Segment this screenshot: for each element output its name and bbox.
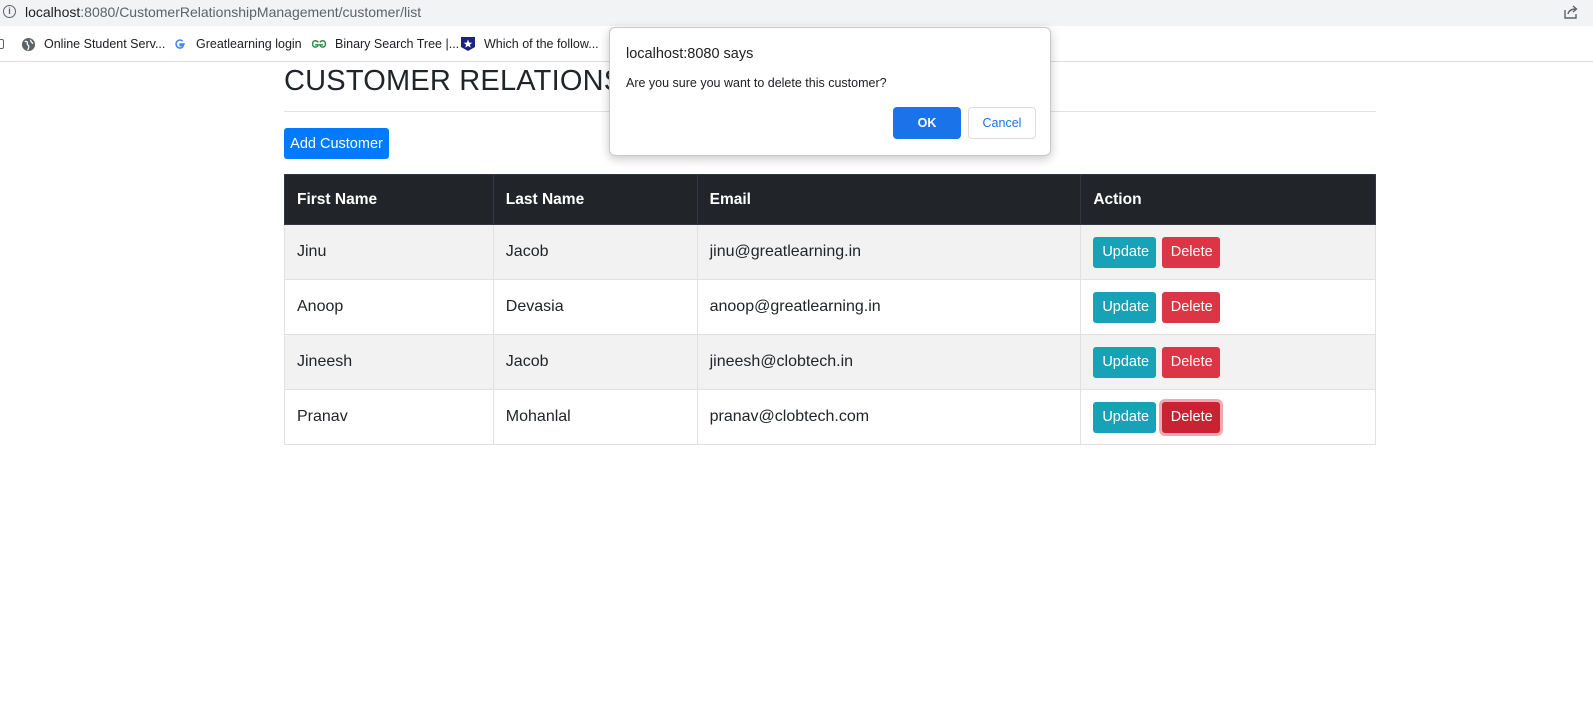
bookmark-binary-search-tree[interactable]: Binary Search Tree |...: [311, 35, 459, 53]
first-name-cell: Jineesh: [284, 334, 494, 390]
bookmark-greatlearning[interactable]: Greatlearning login: [172, 35, 302, 53]
share-icon[interactable]: [1563, 4, 1579, 20]
update-button[interactable]: Update: [1093, 346, 1157, 378]
table-row: Jinu Jacob jinu@greatlearning.in Update …: [284, 224, 1376, 280]
globe-icon: [20, 36, 36, 52]
bookmark-label: Binary Search Tree |...: [335, 37, 460, 51]
delete-button[interactable]: Delete: [1161, 236, 1220, 268]
header-last-name: Last Name: [492, 174, 698, 225]
first-name-cell: Anoop: [284, 279, 494, 335]
last-name-cell: Jacob: [492, 334, 698, 390]
bookmark-label: Greatlearning login: [196, 37, 302, 51]
page-title: CUSTOMER RELATIONSHI: [284, 65, 653, 97]
last-name-cell: Jacob: [492, 224, 698, 280]
bookmark-label: Online Student Serv...: [44, 37, 166, 51]
table-row: Anoop Devasia anoop@greatlearning.in Upd…: [284, 279, 1376, 335]
url-text[interactable]: localhost:8080/CustomerRelationshipManag…: [25, 4, 421, 20]
first-name-cell: Jinu: [284, 224, 494, 280]
action-cell: Update Delete: [1080, 224, 1376, 280]
delete-button[interactable]: Delete: [1161, 346, 1220, 378]
table-header-row: First Name Last Name Email Action: [284, 174, 1376, 225]
email-cell: anoop@greatlearning.in: [696, 279, 1082, 335]
address-bar[interactable]: i localhost:8080/CustomerRelationshipMan…: [0, 0, 1593, 26]
google-icon: [172, 36, 188, 52]
table-row: Pranav Mohanlal pranav@clobtech.com Upda…: [284, 389, 1376, 445]
bookmark-partial-icon[interactable]: [0, 39, 4, 49]
confirm-dialog: localhost:8080 says Are you sure you wan…: [609, 27, 1051, 156]
action-cell: Update Delete: [1080, 389, 1376, 445]
action-cell: Update Delete: [1080, 334, 1376, 390]
delete-button[interactable]: Delete: [1161, 291, 1220, 323]
last-name-cell: Mohanlal: [492, 389, 698, 445]
header-email: Email: [696, 174, 1082, 225]
url-host: localhost: [25, 4, 81, 20]
last-name-cell: Devasia: [492, 279, 698, 335]
email-cell: pranav@clobtech.com: [696, 389, 1082, 445]
info-icon[interactable]: i: [3, 5, 16, 18]
table-row: Jineesh Jacob jineesh@clobtech.in Update…: [284, 334, 1376, 390]
add-customer-button[interactable]: Add Customer: [284, 128, 389, 159]
email-cell: jineesh@clobtech.in: [696, 334, 1082, 390]
header-action: Action: [1080, 174, 1376, 225]
cancel-button[interactable]: Cancel: [968, 107, 1036, 139]
header-first-name: First Name: [284, 174, 494, 225]
delete-button[interactable]: Delete: [1161, 401, 1220, 433]
url-path: :8080/CustomerRelationshipManagement/cus…: [80, 4, 422, 20]
customer-table: First Name Last Name Email Action Jinu J…: [284, 174, 1376, 445]
update-button[interactable]: Update: [1093, 401, 1157, 433]
star-shield-icon: [460, 36, 476, 52]
update-button[interactable]: Update: [1093, 236, 1157, 268]
bookmark-online-student[interactable]: Online Student Serv...: [20, 35, 165, 53]
bookmark-label: Which of the follow...: [484, 37, 599, 51]
email-cell: jinu@greatlearning.in: [696, 224, 1082, 280]
first-name-cell: Pranav: [284, 389, 494, 445]
geeksforgeeks-icon: [311, 36, 327, 52]
dialog-title: localhost:8080 says: [626, 46, 754, 62]
dialog-message: Are you sure you want to delete this cus…: [626, 76, 887, 90]
update-button[interactable]: Update: [1093, 291, 1157, 323]
action-cell: Update Delete: [1080, 279, 1376, 335]
ok-button[interactable]: OK: [893, 107, 961, 139]
bookmark-which-of-the-following[interactable]: Which of the follow...: [460, 35, 599, 53]
